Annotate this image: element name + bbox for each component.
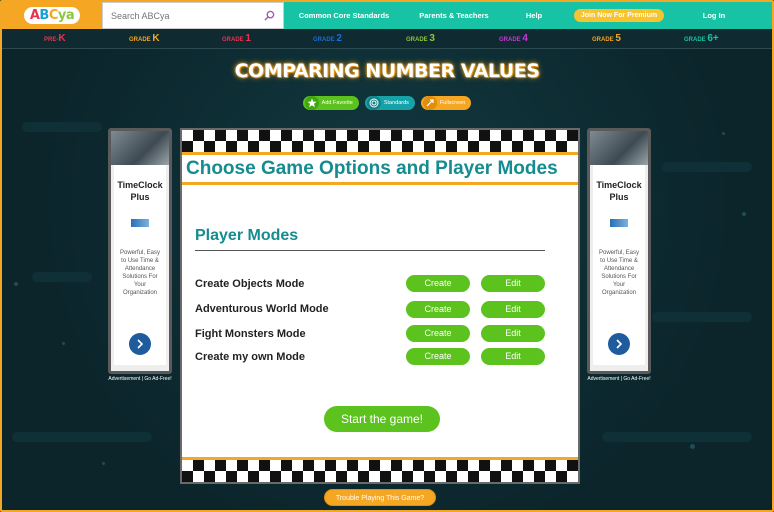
- edit-button[interactable]: Edit: [481, 301, 545, 318]
- ad-brand: TimeClock Plus: [596, 180, 642, 202]
- divider: [182, 182, 578, 185]
- page-frame: ABCya Common Core Standards Parents & Te…: [0, 0, 774, 512]
- grade-level: K: [152, 33, 160, 44]
- search-input[interactable]: [111, 10, 251, 21]
- abcya-logo[interactable]: ABCya: [2, 2, 102, 29]
- grade-level: 4: [522, 33, 528, 44]
- chevron-right-icon: [616, 339, 623, 349]
- grade-prefix: GRADE: [222, 37, 246, 43]
- grade-bar: PRE-K GRADE K GRADE 1 GRADE 2 GRADE 3 GRADE 4…: [2, 29, 772, 49]
- ad-description: Powerful, Easy to Use Time & Attendance …: [119, 250, 161, 296]
- search-icon[interactable]: [264, 10, 275, 21]
- mode-row-adventurous-world: Adventurous World Mode Create Edit: [195, 300, 547, 320]
- ad-photo: [590, 131, 648, 165]
- mode-label: Fight Monsters Mode: [195, 328, 306, 340]
- ad-arrow-button[interactable]: [129, 333, 151, 355]
- edit-button[interactable]: Edit: [481, 325, 545, 342]
- start-game-button[interactable]: Start the game!: [324, 406, 440, 432]
- grade-level: 6+: [707, 33, 719, 44]
- expand-icon: [422, 96, 437, 110]
- ad-description: Powerful, Easy to Use Time & Attendance …: [598, 250, 640, 296]
- grade-level: 2: [336, 33, 342, 44]
- grade-prefix: GRADE: [499, 37, 523, 43]
- grade-link[interactable]: GRADE 4: [499, 33, 528, 44]
- login-link[interactable]: Log In: [674, 11, 754, 20]
- grade-link[interactable]: GRADE 5: [592, 33, 621, 44]
- right-advertisement[interactable]: TimeClock Plus Powerful, Easy to Use Tim…: [587, 128, 651, 374]
- create-button[interactable]: Create: [406, 348, 470, 365]
- game-actions: Add Favorite Standards Fullscreen: [2, 96, 772, 110]
- search-box: [102, 2, 284, 29]
- ad-arrow-button[interactable]: [608, 333, 630, 355]
- left-ad-note[interactable]: Advertisement | Go Ad-Free!: [100, 376, 180, 382]
- ad-logo: [610, 219, 628, 227]
- grade-prefix: GRADE: [313, 37, 337, 43]
- grade-link[interactable]: GRADE 3: [406, 33, 435, 44]
- trouble-playing-button[interactable]: Trouble Playing This Game?: [324, 489, 436, 506]
- grade-prefix: PRE-: [44, 37, 59, 43]
- left-advertisement[interactable]: TimeClock Plus Powerful, Easy to Use Tim…: [108, 128, 172, 374]
- grade-level: 5: [615, 33, 621, 44]
- grade-prefix: GRADE: [406, 37, 430, 43]
- nav-parents-teachers[interactable]: Parents & Teachers: [404, 11, 504, 20]
- join-premium-button[interactable]: Join Now For Premium: [573, 9, 665, 22]
- fullscreen-button[interactable]: Fullscreen: [420, 96, 472, 110]
- create-button[interactable]: Create: [406, 275, 470, 292]
- edit-button[interactable]: Edit: [481, 275, 545, 292]
- grade-prefix: GRADE: [592, 37, 616, 43]
- grade-link[interactable]: PRE-K: [44, 33, 66, 44]
- grade-link[interactable]: GRADE 1: [222, 33, 251, 44]
- standards-label: Standards: [383, 100, 409, 106]
- mode-label: Create Objects Mode: [195, 278, 305, 290]
- logo-text: ABCya: [23, 7, 81, 24]
- divider: [182, 152, 578, 155]
- edit-button[interactable]: Edit: [481, 348, 545, 365]
- divider: [195, 250, 545, 251]
- checkered-border-bottom: [182, 460, 578, 482]
- create-button[interactable]: Create: [406, 301, 470, 318]
- game-options-title: Choose Game Options and Player Modes: [186, 158, 558, 179]
- ad-brand: TimeClock Plus: [117, 180, 163, 202]
- chevron-right-icon: [137, 339, 144, 349]
- star-icon: [304, 96, 319, 110]
- grade-level: 1: [245, 33, 251, 44]
- nav-help[interactable]: Help: [504, 11, 564, 20]
- mode-row-create-my-own: Create my own Mode Create Edit: [195, 348, 547, 368]
- grade-level: K: [58, 33, 66, 44]
- add-favorite-button[interactable]: Add Favorite: [302, 96, 359, 110]
- ad-logo: [131, 219, 149, 227]
- mode-label: Create my own Mode: [195, 351, 306, 363]
- checkered-border-top: [182, 130, 578, 152]
- right-ad-note[interactable]: Advertisement | Go Ad-Free!: [579, 376, 659, 382]
- grade-link[interactable]: GRADE K: [129, 33, 160, 44]
- game-panel: Choose Game Options and Player Modes Pla…: [180, 128, 580, 484]
- grade-prefix: GRADE: [129, 37, 153, 43]
- grade-prefix: GRADE: [684, 37, 708, 43]
- spiral-icon: [366, 96, 381, 110]
- create-button[interactable]: Create: [406, 325, 470, 342]
- top-navigation: ABCya Common Core Standards Parents & Te…: [2, 2, 772, 29]
- mode-row-fight-monsters: Fight Monsters Mode Create Edit: [195, 325, 547, 345]
- fullscreen-label: Fullscreen: [439, 100, 466, 106]
- grade-link[interactable]: GRADE 2: [313, 33, 342, 44]
- mode-label: Adventurous World Mode: [195, 303, 329, 315]
- nav-common-core[interactable]: Common Core Standards: [284, 11, 404, 20]
- mode-row-create-objects: Create Objects Mode Create Edit: [195, 275, 547, 295]
- standards-button[interactable]: Standards: [364, 96, 415, 110]
- ad-photo: [111, 131, 169, 165]
- player-modes-heading: Player Modes: [195, 227, 299, 244]
- page-title: COMPARING NUMBER VALUES: [234, 60, 540, 82]
- grade-level: 3: [429, 33, 435, 44]
- grade-link[interactable]: GRADE 6+: [684, 33, 719, 44]
- add-favorite-label: Add Favorite: [321, 100, 353, 106]
